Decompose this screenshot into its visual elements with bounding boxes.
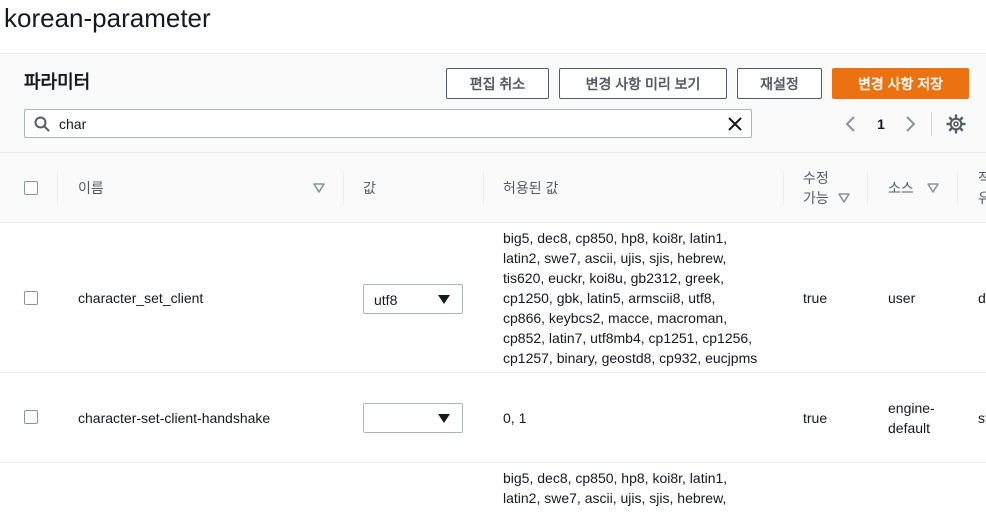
table-row: big5, dec8, cp850, hp8, koi8r, latin1, l… (0, 463, 986, 512)
search-icon (34, 116, 50, 132)
modifiable-value: true (803, 290, 828, 306)
select-all-checkbox[interactable] (24, 181, 38, 195)
column-header-truncated-line1: 적 (978, 168, 986, 188)
cancel-edit-button[interactable]: 편집 취소 (446, 68, 549, 99)
clear-icon[interactable] (727, 116, 743, 132)
allowed-values-line: big5, dec8, cp850, hp8, koi8r, latin1, (503, 230, 728, 246)
chevron-right-icon[interactable] (903, 115, 917, 133)
allowed-values-line: latin2, swe7, ascii, ujis, sjis, hebrew, (503, 490, 727, 506)
allowed-values-line: cp866, keybcs2, macce, macroman, (503, 310, 728, 326)
value-select[interactable] (363, 403, 463, 433)
caret-down-icon (438, 295, 450, 304)
column-header-value[interactable]: 값 (363, 153, 376, 223)
caret-down-icon (438, 414, 450, 423)
column-header-modifiable-line2: 가능 (803, 190, 829, 206)
parameter-name: character-set-client-handshake (78, 410, 271, 426)
pager-divider (931, 112, 932, 136)
panel-header: 파라미터 편집 취소 변경 사항 미리 보기 재설정 변경 사항 저장 1 (0, 54, 986, 153)
chevron-left-icon[interactable] (844, 115, 858, 133)
row-checkbox[interactable] (24, 410, 38, 424)
allowed-values: 0, 1 (503, 408, 526, 428)
sort-down-icon[interactable] (838, 193, 850, 203)
parameter-name: character_set_client (78, 290, 204, 306)
allowed-values-line: cp1257, binary, geostd8, cp932, eucjpms (503, 350, 758, 366)
column-divider (783, 171, 784, 205)
gear-icon[interactable] (946, 114, 966, 134)
truncated-cell: st (978, 410, 986, 426)
column-divider (957, 171, 958, 205)
panel-title: 파라미터 (24, 72, 91, 92)
source-value: user (888, 290, 916, 306)
column-header-truncated-line2: 유 (978, 188, 986, 208)
parameters-panel: 파라미터 편집 취소 변경 사항 미리 보기 재설정 변경 사항 저장 1 (0, 53, 986, 512)
column-divider (343, 171, 344, 205)
column-divider (483, 171, 484, 205)
table-row: character-set-client-handshake 0, 1 true… (0, 373, 986, 463)
allowed-values-line: tis620, euckr, koi8u, gb2312, greek, (503, 270, 725, 286)
column-header-modifiable[interactable]: 수정 가능 (803, 153, 829, 223)
allowed-values: big5, dec8, cp850, hp8, koi8r, latin1, l… (503, 468, 778, 508)
allowed-values: big5, dec8, cp850, hp8, koi8r, latin1, l… (503, 228, 778, 368)
column-header-allowed-values[interactable]: 허용된 값 (503, 153, 558, 223)
value-select[interactable]: utf8 (363, 284, 463, 314)
column-divider (867, 171, 868, 205)
source-value: engine- default (888, 398, 935, 438)
truncated-cell: d (978, 290, 986, 306)
sort-down-icon[interactable] (927, 183, 939, 193)
table-header: 이름 값 허용된 값 수정 가능 소스 적 유 (0, 153, 986, 223)
allowed-values-line: cp852, latin7, utf8mb4, cp1251, cp1256, (503, 330, 753, 346)
page-title: korean-parameter (4, 3, 211, 33)
modifiable-value: true (803, 410, 828, 426)
reset-button[interactable]: 재설정 (737, 68, 822, 99)
search-box (24, 109, 752, 138)
current-page-number[interactable]: 1 (874, 113, 888, 135)
column-header-modifiable-line1: 수정 (803, 170, 829, 186)
allowed-values-line: latin2, swe7, ascii, ujis, sjis, hebrew, (503, 250, 727, 266)
allowed-values-line: big5, dec8, cp850, hp8, koi8r, latin1, (503, 470, 728, 486)
table-row: character_set_client utf8 big5, dec8, cp… (0, 223, 986, 373)
sort-down-icon[interactable] (313, 183, 325, 193)
source-value-line2: default (888, 420, 931, 436)
search-input[interactable] (59, 112, 709, 135)
source-value-line1: engine- (888, 400, 935, 416)
preview-changes-button[interactable]: 변경 사항 미리 보기 (559, 68, 727, 99)
save-changes-button[interactable]: 변경 사항 저장 (832, 68, 969, 99)
column-header-name[interactable]: 이름 (78, 153, 104, 223)
allowed-values-line: cp1250, gbk, latin5, armscii8, utf8, (503, 290, 716, 306)
value-select-text: utf8 (374, 292, 398, 308)
row-checkbox[interactable] (24, 291, 38, 305)
allowed-values-line: 0, 1 (503, 410, 527, 426)
column-header-truncated[interactable]: 적 유 (978, 153, 986, 223)
column-divider (57, 171, 58, 205)
column-header-source[interactable]: 소스 (888, 153, 914, 223)
